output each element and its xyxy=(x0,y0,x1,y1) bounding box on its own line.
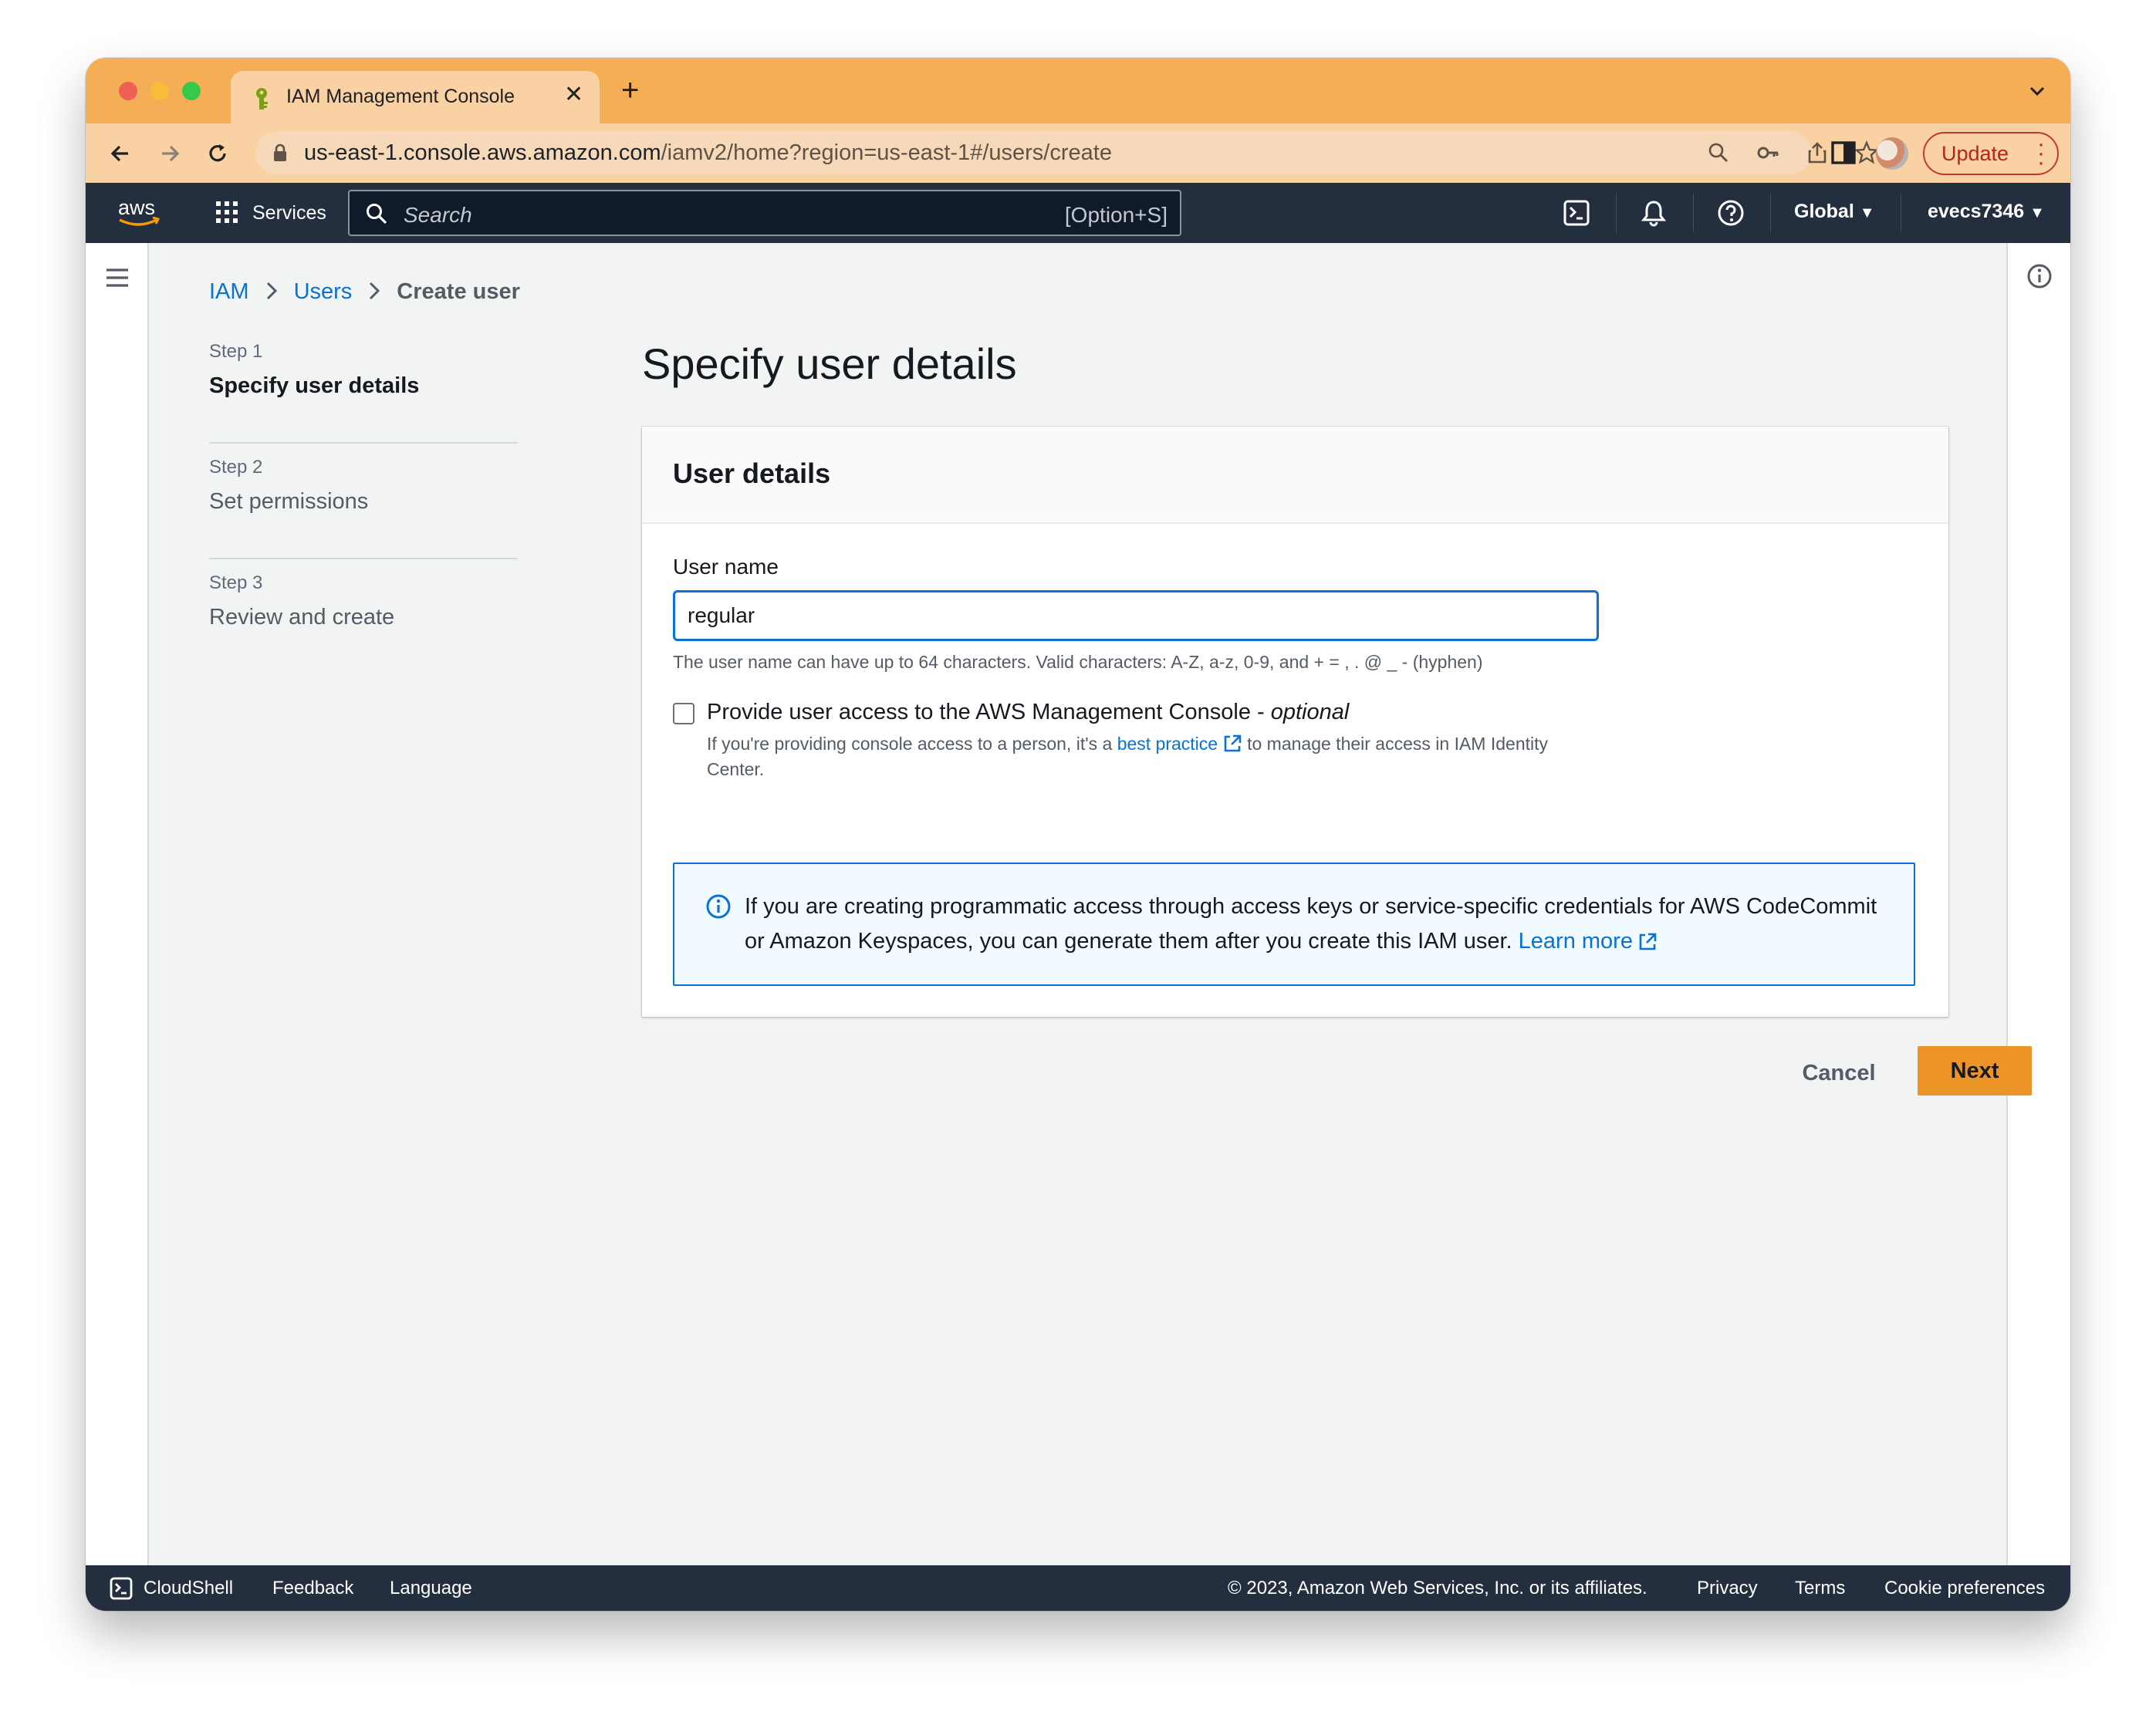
best-practice-link[interactable]: best practice xyxy=(1117,734,1218,754)
caret-down-icon: ▼ xyxy=(1859,204,1875,221)
step-number: Step 3 xyxy=(209,572,263,593)
external-link-icon[interactable] xyxy=(1222,734,1242,754)
chevron-right-icon xyxy=(370,282,380,300)
svg-text:aws: aws xyxy=(118,196,155,219)
more-vertical-icon: · · · xyxy=(2037,131,2045,175)
wizard-step-2: Step 2 Set permissions xyxy=(209,457,518,572)
footer-cloudshell[interactable]: CloudShell xyxy=(144,1578,233,1599)
services-menu[interactable]: Services xyxy=(252,202,326,224)
tab-title: IAM Management Console xyxy=(286,86,515,107)
navigation-rail xyxy=(86,243,149,1565)
optional-label: optional xyxy=(1270,700,1350,724)
header-divider xyxy=(1770,194,1771,232)
footer-feedback[interactable]: Feedback xyxy=(272,1578,353,1599)
breadcrumb: IAM Users Create user xyxy=(209,279,520,305)
close-window-button[interactable] xyxy=(119,82,137,100)
help-question-icon[interactable] xyxy=(1716,198,1745,228)
console-footer: CloudShell Feedback Language © 2023, Ama… xyxy=(86,1565,2070,1611)
share-icon[interactable] xyxy=(1805,140,1830,165)
breadcrumb-iam[interactable]: IAM xyxy=(209,279,249,304)
footer-terms[interactable]: Terms xyxy=(1795,1578,1845,1599)
tab-list-chevron-down-icon[interactable] xyxy=(2026,79,2049,103)
cancel-button[interactable]: Cancel xyxy=(1786,1048,1891,1098)
panel-header: User details xyxy=(642,427,1948,524)
services-grid-icon[interactable] xyxy=(215,200,239,224)
external-link-icon[interactable] xyxy=(1637,932,1658,952)
username-constraint-text: The user name can have up to 64 characte… xyxy=(673,652,1483,672)
console-search-bar[interactable]: Search [Option+S] xyxy=(348,190,1181,236)
step-name: Review and create xyxy=(209,605,395,630)
footer-cookie-preferences[interactable]: Cookie preferences xyxy=(1884,1578,2045,1599)
wizard-step-1: Step 1 Specify user details xyxy=(209,341,518,457)
address-bar[interactable]: us-east-1.console.aws.amazon.com/iamv2/h… xyxy=(255,131,1879,174)
forward-arrow-icon[interactable] xyxy=(156,140,184,167)
step-number: Step 1 xyxy=(209,341,263,362)
reload-icon[interactable] xyxy=(204,140,231,167)
header-divider xyxy=(1693,194,1694,232)
zoom-search-icon[interactable] xyxy=(1706,140,1731,165)
breadcrumb-users[interactable]: Users xyxy=(294,279,353,304)
console-access-description: If you're providing console access to a … xyxy=(707,734,1549,779)
header-divider xyxy=(1616,194,1617,232)
alert-message: If you are creating programmatic access … xyxy=(745,894,1877,954)
learn-more-link[interactable]: Learn more xyxy=(1519,929,1633,954)
step-name: Specify user details xyxy=(209,373,420,398)
minimize-window-button[interactable] xyxy=(150,82,169,100)
cloudshell-icon[interactable] xyxy=(1562,198,1591,228)
account-menu[interactable]: evecs7346 ▼ xyxy=(1928,201,2045,223)
url-text: us-east-1.console.aws.amazon.com/iamv2/h… xyxy=(304,140,1112,165)
username-input[interactable] xyxy=(673,590,1599,641)
panel-title: User details xyxy=(673,457,831,489)
step-name: Set permissions xyxy=(209,489,369,514)
page-title: Specify user details xyxy=(642,339,1017,388)
maximize-window-button[interactable] xyxy=(182,82,201,100)
tab-close-icon[interactable]: ✕ xyxy=(564,81,583,108)
wizard-steps: Step 1 Specify user details Step 2 Set p… xyxy=(209,341,518,688)
browser-toolbar: us-east-1.console.aws.amazon.com/iamv2/h… xyxy=(86,123,2070,183)
footer-copyright: © 2023, Amazon Web Services, Inc. or its… xyxy=(1228,1578,1647,1598)
user-details-panel: User details User name The user name can… xyxy=(642,427,1948,1017)
search-placeholder: Search xyxy=(404,203,472,227)
iam-favicon-icon xyxy=(256,88,268,110)
hamburger-menu-icon[interactable] xyxy=(104,266,130,289)
password-key-icon[interactable] xyxy=(1756,140,1780,165)
browser-tab-iam[interactable]: IAM Management Console ✕ xyxy=(231,71,600,123)
aws-logo-icon[interactable]: aws xyxy=(115,194,164,231)
wizard-step-3: Step 3 Review and create xyxy=(209,572,518,688)
footer-language[interactable]: Language xyxy=(390,1578,472,1599)
side-panel-icon[interactable] xyxy=(1829,138,1858,167)
aws-console-header: aws Services Search [Option+S] Global ▼ … xyxy=(86,183,2070,243)
step-divider xyxy=(209,558,518,559)
cloudshell-icon[interactable] xyxy=(109,1576,133,1601)
info-panel-icon[interactable] xyxy=(2026,262,2053,290)
notifications-bell-icon[interactable] xyxy=(1639,198,1668,228)
footer-privacy[interactable]: Privacy xyxy=(1697,1578,1758,1599)
step-number: Step 2 xyxy=(209,457,263,478)
username-label: User name xyxy=(673,555,779,579)
info-alert: If you are creating programmatic access … xyxy=(673,862,1915,986)
update-label: Update xyxy=(1941,142,2009,165)
browser-window: IAM Management Console ✕ + us-east-1.con… xyxy=(86,58,2070,1611)
new-tab-plus-icon[interactable]: + xyxy=(621,75,639,106)
info-circle-icon xyxy=(706,894,731,919)
caret-down-icon: ▼ xyxy=(2029,204,2045,221)
region-selector[interactable]: Global ▼ xyxy=(1794,201,1875,223)
chevron-right-icon xyxy=(266,282,277,300)
search-icon xyxy=(367,204,387,224)
console-access-checkbox[interactable] xyxy=(673,703,694,724)
back-arrow-icon[interactable] xyxy=(106,140,134,167)
lock-icon[interactable] xyxy=(272,143,288,162)
console-access-label[interactable]: Provide user access to the AWS Managemen… xyxy=(707,700,1349,725)
search-shortcut: [Option+S] xyxy=(1064,203,1168,227)
profile-avatar[interactable] xyxy=(1876,137,1908,170)
browser-tab-bar: IAM Management Console ✕ + xyxy=(86,58,2070,123)
update-button[interactable]: Update · · · xyxy=(1923,132,2059,175)
breadcrumb-current: Create user xyxy=(397,279,520,304)
next-button[interactable]: Next xyxy=(1918,1046,2032,1095)
tools-rail xyxy=(2006,243,2070,1565)
step-divider xyxy=(209,442,518,444)
